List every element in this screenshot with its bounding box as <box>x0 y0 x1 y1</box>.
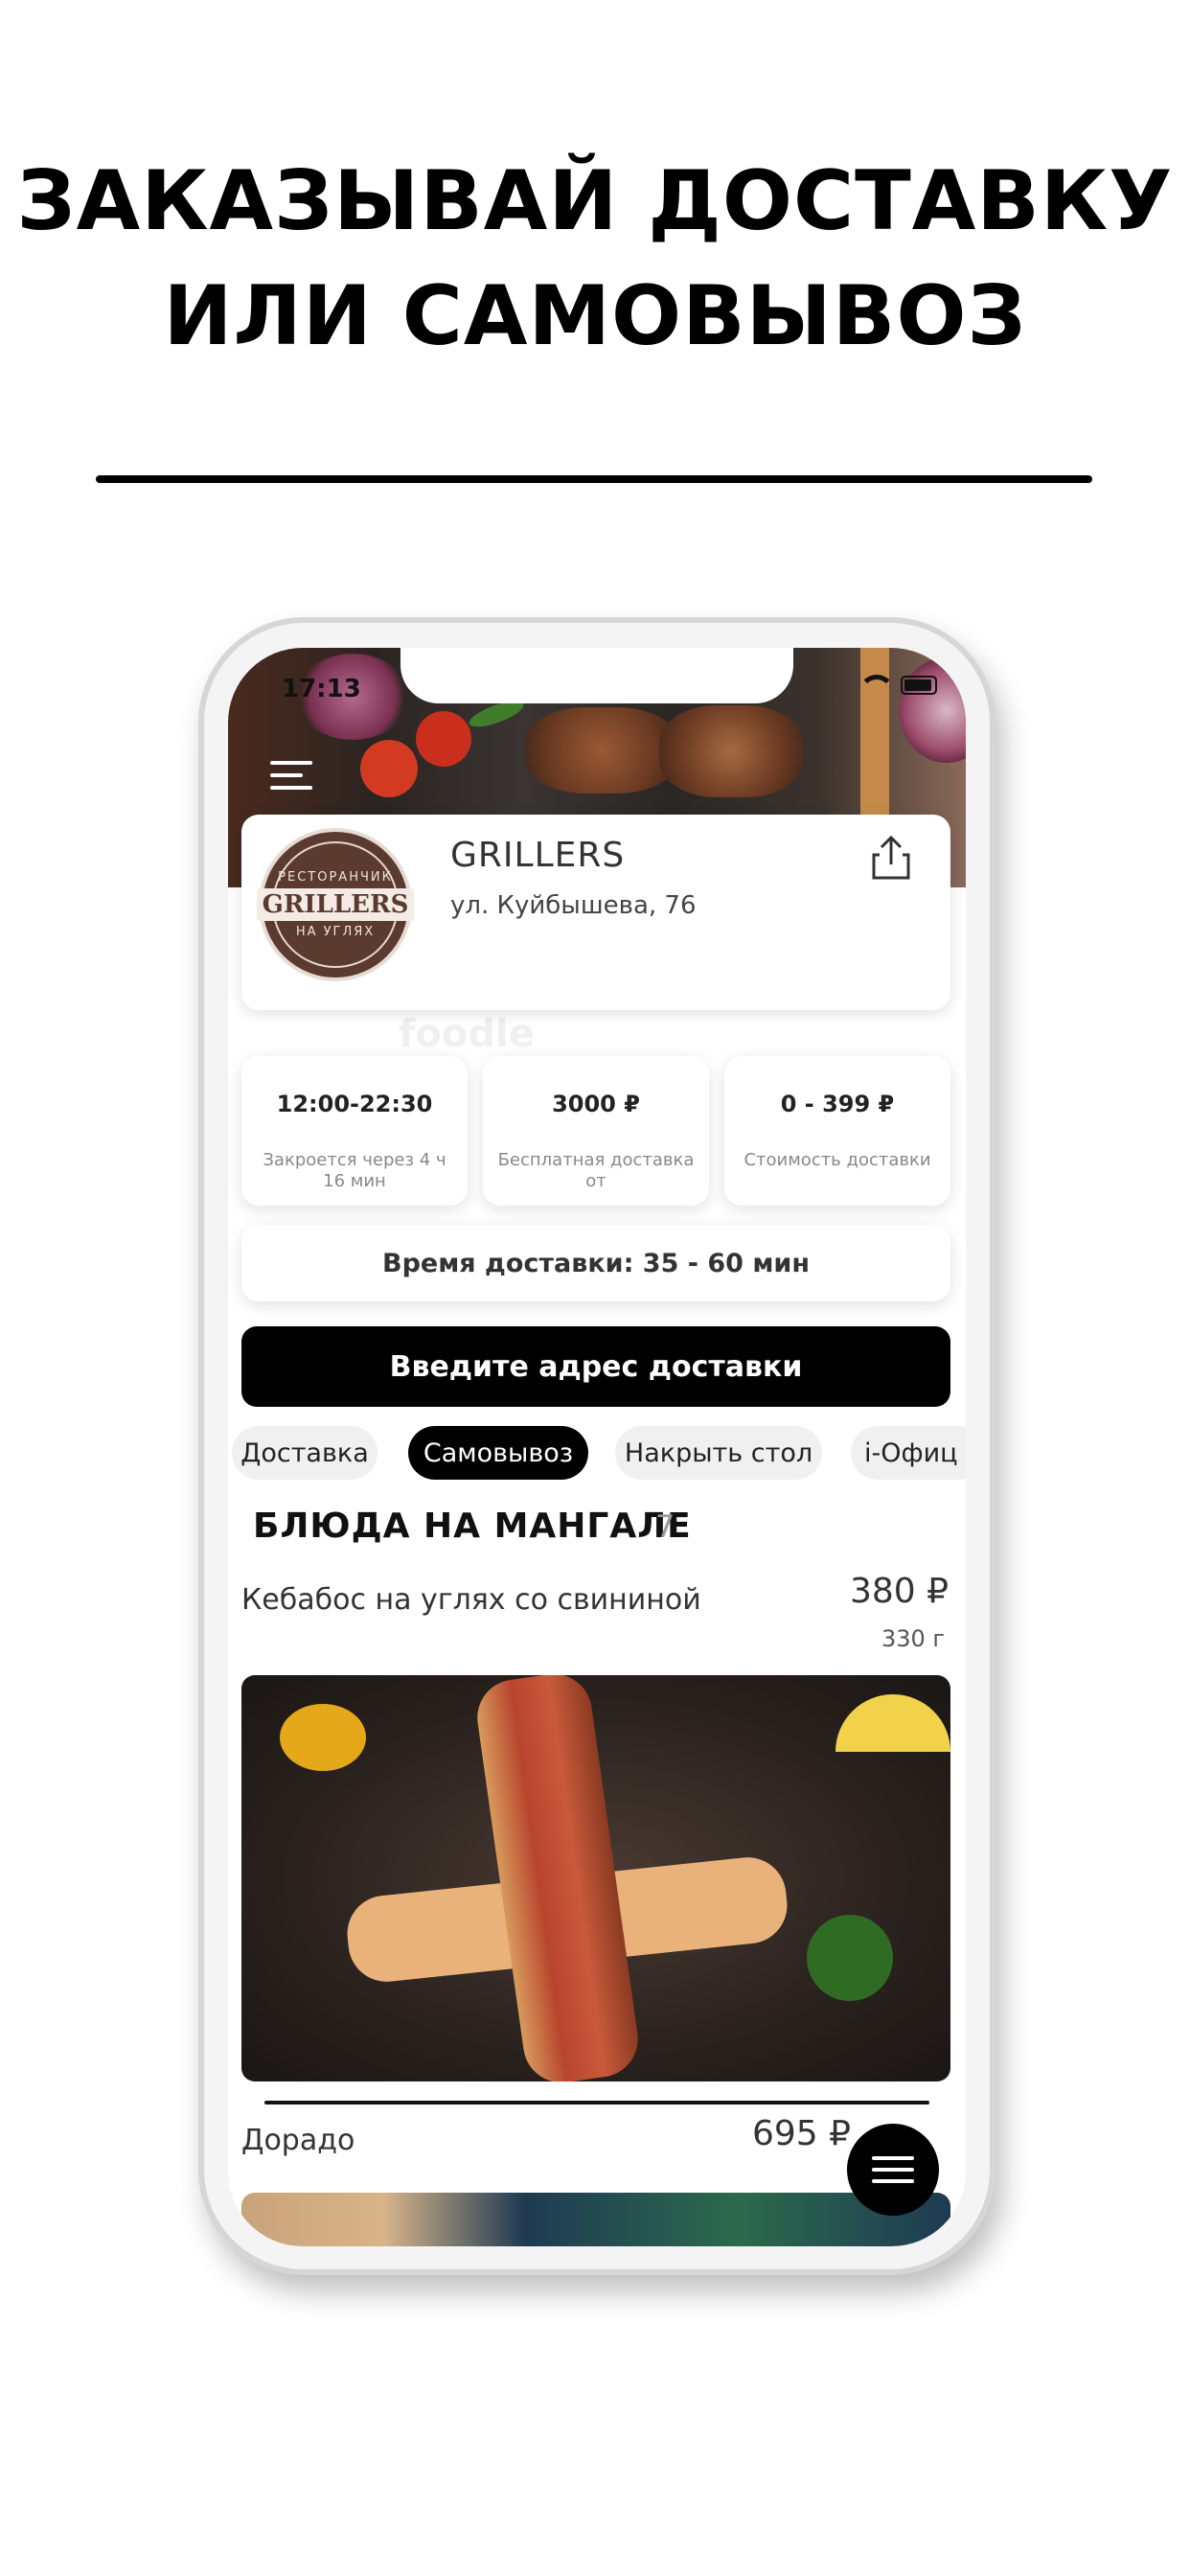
tab-pickup[interactable]: Самовывоз <box>408 1426 588 1480</box>
stat-free-delivery-label: Бесплатная доставка от <box>497 1150 695 1191</box>
phone-notch <box>400 648 793 703</box>
share-icon[interactable] <box>870 834 912 882</box>
logo-brand: GRILLERS <box>256 888 415 921</box>
stat-hours-label: Закроется через 4 ч 16 мин <box>263 1150 446 1191</box>
stat-free-delivery: 3000 ₽ Бесплатная доставка от <box>483 1056 709 1206</box>
item-photo[interactable] <box>241 1675 950 2082</box>
headline-line-2: ИЛИ САМОВЫВОЗ <box>163 268 1027 364</box>
item-weight: 330 г <box>881 1625 945 1652</box>
stat-hours-value: 12:00-22:30 <box>276 1091 433 1117</box>
headline-line-1: ЗАКАЗЫВАЙ ДОСТАВКУ <box>16 153 1174 249</box>
stat-delivery-cost-label: Стоимость доставки <box>744 1150 931 1170</box>
item-price: 380 ₽ <box>849 1572 949 1611</box>
section-count: 7 <box>655 1508 675 1545</box>
phone-screen: 17:13 РЕСТОРАНЧИК GRILLERS НА УГЛЯХ GRIL… <box>228 648 966 2246</box>
item-price: 695 ₽ <box>751 2114 851 2153</box>
stat-delivery-cost: 0 - 399 ₽ Стоимость доставки <box>724 1056 950 1206</box>
logo-bottom-text: НА УГЛЯХ <box>295 925 376 939</box>
stat-hours: 12:00-22:30 Закроется через 4 ч 16 мин <box>241 1056 468 1206</box>
stat-delivery-cost-value: 0 - 399 ₽ <box>780 1091 895 1117</box>
battery-icon <box>901 676 937 695</box>
tab-office[interactable]: i-Офиц <box>851 1426 966 1480</box>
logo-top-text: РЕСТОРАНЧИК <box>278 870 393 885</box>
tab-delivery[interactable]: Доставка <box>232 1426 378 1480</box>
tab-reserve-table[interactable]: Накрыть стол <box>615 1426 822 1480</box>
item-divider <box>264 2101 929 2104</box>
restaurant-name: GRILLERS <box>450 836 626 875</box>
wifi-icon <box>858 675 895 696</box>
headline-divider <box>96 475 1092 483</box>
section-title: БЛЮДА НА МАНГАЛЕ <box>253 1506 692 1546</box>
restaurant-address: ул. Куйбышева, 76 <box>450 891 697 920</box>
restaurant-logo: РЕСТОРАНЧИК GRILLERS НА УГЛЯХ <box>256 828 415 981</box>
stat-free-delivery-value: 3000 ₽ <box>552 1091 640 1117</box>
item-name[interactable]: Дорадо <box>241 2124 355 2157</box>
foodle-watermark: foodle <box>399 1012 535 1056</box>
item-name[interactable]: Кебабос на углях со свининой <box>241 1583 701 1617</box>
enter-address-button[interactable]: Введите адрес доставки <box>241 1326 950 1407</box>
status-icons <box>858 675 937 696</box>
floating-menu-button[interactable] <box>847 2124 939 2216</box>
delivery-time: Время доставки: 35 - 60 мин <box>241 1225 950 1301</box>
headline: ЗАКАЗЫВАЙ ДОСТАВКУ ИЛИ САМОВЫВОЗ <box>0 144 1190 374</box>
status-time: 17:13 <box>282 675 361 703</box>
item-photo[interactable] <box>241 2193 950 2246</box>
restaurant-info-card: РЕСТОРАНЧИК GRILLERS НА УГЛЯХ GRILLERS у… <box>241 815 950 1010</box>
hamburger-menu-icon[interactable] <box>270 761 312 790</box>
order-type-tabs: Доставка Самовывоз Накрыть стол i-Офиц <box>228 1420 966 1487</box>
